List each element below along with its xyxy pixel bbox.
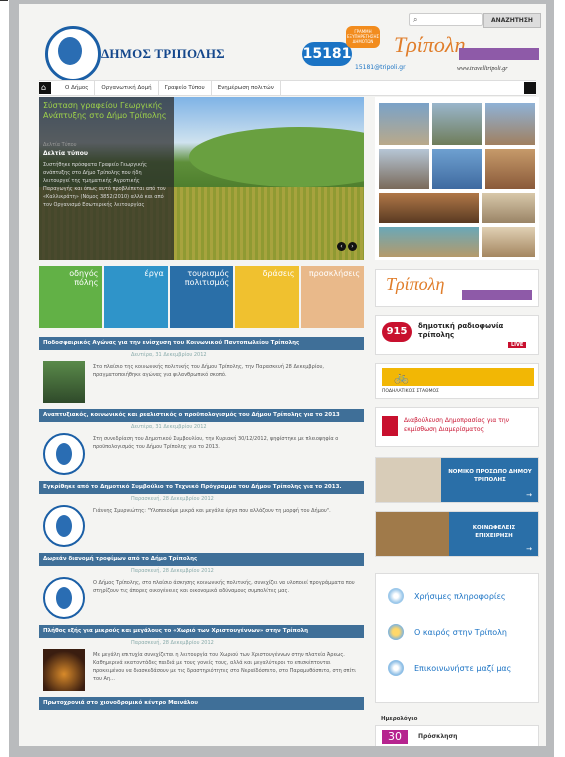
contact-link[interactable]: Επικοινωνήστε μαζί μας xyxy=(388,660,511,676)
calendar-event[interactable]: Πρόσκληση xyxy=(418,733,457,740)
news-date: Παρασκευή, 28 Δεκεμβρίου 2012 xyxy=(131,640,214,646)
list-item: Πρωτοχρονιά στο χιονοδρομικό κέντρο Μαιν… xyxy=(39,697,364,710)
website-page: ⌕ ΑΝΑΖΗΤΗΣΗ ΔΗΜΟΣ ΤΡΙΠΟΛΗΣ 15181 ΓΡΑΜΜΗ … xyxy=(19,4,546,746)
hotline-tag: ΓΡΑΜΜΗ ΕΞΥΠΗΡΕΤΗΣΗΣ ΔΗΜΟΤΩΝ xyxy=(346,26,380,48)
arrow-right-icon: → xyxy=(526,491,532,499)
weather-icon xyxy=(388,624,404,640)
nav-item-citizens[interactable]: Ενημέρωση πολιτών xyxy=(212,81,281,95)
legal-entity-label: ΝΟΜΙΚΟ ΠΡΟΣΩΠΟ ΔΗΜΟΥ ΤΡΙΠΟΛΗΣ xyxy=(448,469,532,483)
hero-text: Συστήθηκε πρόσφατα Γραφείο Γεωργικής ανά… xyxy=(43,162,166,208)
municipality-seal-thumbnail[interactable] xyxy=(43,577,85,619)
bike-station-label: ΠΟΔΗΛΑΤΙΚΟΣ ΣΤΑΘΜΟΣ xyxy=(382,389,439,394)
news-list: Ποδοσφαιρικός Αγώνας για την ενίσχυση το… xyxy=(39,337,364,710)
nav-item-structure[interactable]: Οργανωτική Δομή xyxy=(95,81,159,95)
news-title[interactable]: Πρωτοχρονιά στο χιονοδρομικό κέντρο Μαιν… xyxy=(39,697,364,710)
hotline-badge[interactable]: 15181 xyxy=(302,42,352,66)
news-date: Δευτέρα, 31 Δεκεμβρίου 2012 xyxy=(131,424,207,430)
tourism-brand-ribbon xyxy=(459,48,539,60)
legal-entity-banner[interactable]: ΝΟΜΙΚΟ ΠΡΟΣΩΠΟ ΔΗΜΟΥ ΤΡΙΠΟΛΗΣ → xyxy=(375,457,539,503)
news-title[interactable]: Δωρεάν διανομή τροφίμων από το Δήμο Τρίπ… xyxy=(39,553,364,566)
news-date: Παρασκευή, 28 Δεκεμβρίου 2012 xyxy=(131,568,214,574)
news-title[interactable]: Εγκρίθηκε από το Δημοτικό Συμβούλιο το Τ… xyxy=(39,481,364,494)
list-item: Πλήθος εξής για μικρούς και μεγάλους το … xyxy=(39,625,364,697)
site-title[interactable]: ΔΗΜΟΣ ΤΡΙΠΟΛΗΣ xyxy=(101,46,225,62)
bike-station-banner[interactable]: 🚲 ΠΟΔΗΛΑΤΙΚΟΣ ΣΤΑΘΜΟΣ xyxy=(375,363,539,399)
municipality-seal-thumbnail[interactable] xyxy=(43,505,85,547)
news-summary: Στο πλαίσιο της κοινωνικής πολιτικής του… xyxy=(93,364,325,378)
calendar-widget[interactable]: 30 Πρόσκληση xyxy=(375,725,539,746)
tile-invitations[interactable]: προσκλήσεις xyxy=(300,266,365,328)
nav-item-municipality[interactable]: Ο Δήμος xyxy=(59,81,96,95)
prev-arrow-icon[interactable]: ‹ xyxy=(337,242,346,251)
municipality-seal-thumbnail[interactable] xyxy=(43,433,85,475)
municipality-seal-logo[interactable] xyxy=(45,26,101,82)
home-icon[interactable]: ⌂ xyxy=(39,82,51,94)
news-summary: Ο Δήμος Τρίπολης, στο πλαίσιο άσκησης κο… xyxy=(93,580,355,594)
photo-collage[interactable] xyxy=(375,97,539,260)
contact-icon xyxy=(388,660,404,676)
radio-label: δημοτική ραδιοφωνία τρίπολης xyxy=(418,322,504,339)
category-tiles: οδηγός πόλης έργα τουρισμός πολιτισμός δ… xyxy=(39,266,365,328)
next-arrow-icon[interactable]: › xyxy=(348,242,357,251)
consultation-label: Διαβούλευση Δημοπρασίας για την εκμίσθωσ… xyxy=(404,417,510,433)
divider xyxy=(0,0,8,1)
search-input[interactable]: ⌕ xyxy=(409,13,483,26)
nav-item-press[interactable]: Γραφείο Τύπου xyxy=(159,81,212,95)
search-button[interactable]: ΑΝΑΖΗΤΗΣΗ xyxy=(483,13,541,28)
live-badge: LIVE xyxy=(508,342,527,348)
news-summary: Στη συνεδρίαση του Δημοτικού Συμβουλίου,… xyxy=(93,436,339,450)
tourism-banner-title: Τρίπολη xyxy=(386,274,445,294)
calendar-title: Ημερολόγιο xyxy=(381,716,418,722)
list-item: Ποδοσφαιρικός Αγώνας για την ενίσχυση το… xyxy=(39,337,364,409)
tile-tourism[interactable]: τουρισμός πολιτισμός xyxy=(169,266,234,328)
useful-links: Χρήσιμες πληροφορίες Ο καιρός στην Τρίπο… xyxy=(375,573,539,703)
weather-link[interactable]: Ο καιρός στην Τρίπολη xyxy=(388,624,507,640)
list-item: Αναπτυξιακός, κοινωνικός και ρεαλιστικός… xyxy=(39,409,364,481)
news-title[interactable]: Πλήθος εξής για μικρούς και μεγάλους το … xyxy=(39,625,364,638)
tile-actions[interactable]: δράσεις xyxy=(235,266,299,328)
tourism-banner[interactable]: Τρίπολη xyxy=(375,269,539,307)
hotline-email[interactable]: 15181@tripoli.gr xyxy=(355,64,406,71)
consultation-banner[interactable]: Διαβούλευση Δημοπρασίας για την εκμίσθωσ… xyxy=(375,407,539,447)
contact-label: Επικοινωνήστε μαζί μας xyxy=(414,663,512,673)
weather-label: Ο καιρός στην Τρίπολη xyxy=(414,627,507,637)
news-thumbnail[interactable] xyxy=(43,361,85,403)
hero-slideshow[interactable]: Σύσταση γραφείου Γεωργικής Ανάπτυξης στο… xyxy=(39,97,364,260)
tile-projects[interactable]: έργα xyxy=(104,266,168,328)
news-summary: Με μεγάλη επιτυχία συνεχίζεται η λειτουρ… xyxy=(93,652,356,682)
hero-subtitle: Δελτία Τύπου xyxy=(43,142,77,148)
news-date: Δευτέρα, 31 Δεκεμβρίου 2012 xyxy=(131,352,207,358)
tourism-brand-logo[interactable]: Τρίπολη xyxy=(394,32,465,58)
enterprises-label: ΚΟΙΝΩΦΕΛΕΙΣ ΕΠΙΧΕΙΡΗΣΗ xyxy=(472,525,516,539)
tile-city-guide[interactable]: οδηγός πόλης xyxy=(39,266,103,328)
news-date: Παρασκευή, 28 Δεκεμβρίου 2012 xyxy=(131,496,214,502)
useful-info-label: Χρήσιμες πληροφορίες xyxy=(414,591,506,601)
news-title[interactable]: Αναπτυξιακός, κοινωνικός και ρεαλιστικός… xyxy=(39,409,364,422)
hero-caption: Σύσταση γραφείου Γεωργικής Ανάπτυξης στο… xyxy=(39,97,174,260)
bicycle-icon: 🚲 xyxy=(394,370,409,384)
calendar-day[interactable]: 30 xyxy=(382,730,408,744)
pdf-icon xyxy=(382,416,398,436)
news-thumbnail[interactable] xyxy=(43,649,85,691)
radio-banner[interactable]: 915 δημοτική ραδιοφωνία τρίπολης LIVE xyxy=(375,315,539,355)
tourism-brand-url[interactable]: www.travelltripoli.gr xyxy=(457,66,508,72)
main-nav: ⌂ Ο Δήμος Οργανωτική Δομή Γραφείο Τύπου … xyxy=(39,80,536,96)
news-title[interactable]: Ποδοσφαιρικός Αγώνας για την ενίσχυση το… xyxy=(39,337,364,350)
hero-title[interactable]: Σύσταση γραφείου Γεωργικής Ανάπτυξης στο… xyxy=(43,101,168,121)
hero-category: Δελτία τύπου xyxy=(43,150,88,157)
enterprises-banner[interactable]: ΚΟΙΝΩΦΕΛΕΙΣ ΕΠΙΧΕΙΡΗΣΗ → xyxy=(375,511,539,557)
radio-frequency: 915 xyxy=(382,322,412,342)
news-summary: Γιάννης Σμυρνιώτης: "Υλοποιούμε μικρά κα… xyxy=(93,508,331,514)
search-icon: ⌕ xyxy=(413,15,418,24)
useful-info-link[interactable]: Χρήσιμες πληροφορίες xyxy=(388,588,506,604)
arrow-right-icon: → xyxy=(526,545,532,553)
rss-icon[interactable] xyxy=(524,82,536,94)
list-item: Δωρεάν διανομή τροφίμων από το Δήμο Τρίπ… xyxy=(39,553,364,625)
list-item: Εγκρίθηκε από το Δημοτικό Συμβούλιο το Τ… xyxy=(39,481,364,553)
info-icon xyxy=(388,588,404,604)
